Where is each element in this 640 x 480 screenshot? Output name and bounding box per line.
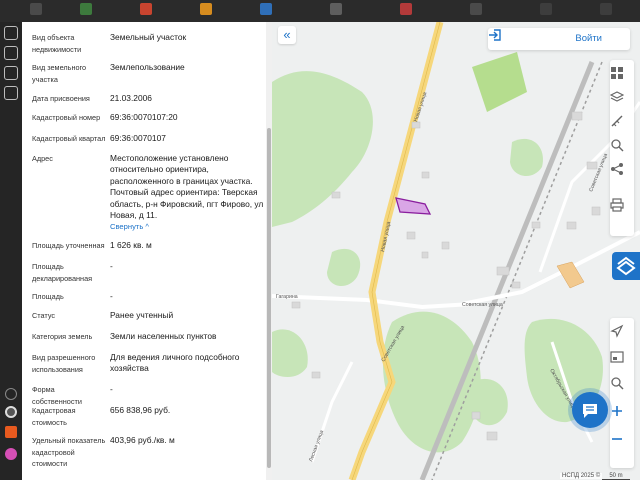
row-value[interactable]: 69:36:0070107 <box>110 133 268 144</box>
street-label: Гагарина <box>276 294 298 300</box>
downloads-icon[interactable] <box>4 66 18 80</box>
street-label: Лесная улица <box>308 429 325 462</box>
zoom-out-icon[interactable] <box>610 432 624 446</box>
property-info-panel: Вид объекта недвижимости Земельный участ… <box>22 22 272 480</box>
row-value: - <box>110 384 113 394</box>
street-label: Советская улица <box>588 153 609 193</box>
chat-icon <box>583 404 597 418</box>
history-icon[interactable] <box>4 46 18 60</box>
tab-icon[interactable] <box>330 3 342 15</box>
login-icon <box>489 29 501 41</box>
street-label: Советская улица <box>462 302 503 308</box>
search-object-icon[interactable] <box>610 376 624 390</box>
building-orange <box>556 261 585 289</box>
locate-icon[interactable] <box>610 324 624 338</box>
screenshot-icon[interactable] <box>4 86 18 100</box>
tab-icon[interactable] <box>30 3 42 15</box>
forest-area <box>510 138 543 177</box>
row-label: Категория земель <box>32 332 93 341</box>
row-value: - <box>110 291 113 301</box>
tab-icon[interactable] <box>200 3 212 15</box>
row-value: Ранее учтенный <box>110 310 174 320</box>
tab-icon[interactable] <box>260 3 272 15</box>
row-value: 1 626 кв. м <box>110 240 152 250</box>
tab-icon[interactable] <box>80 3 92 15</box>
tab-icon[interactable] <box>400 3 412 15</box>
browser-sidebar <box>0 22 22 480</box>
row-label: Дата присвоения <box>32 94 90 103</box>
row-label: Вид земельного участка <box>32 63 87 84</box>
row-value: 403,96 руб./кв. м <box>110 435 175 445</box>
browser-top-bar <box>0 0 640 22</box>
measure-icon[interactable] <box>610 114 624 128</box>
collapse-panel-button[interactable]: « <box>278 26 296 44</box>
messenger-icon[interactable] <box>5 448 17 460</box>
zoom-in-icon[interactable] <box>610 404 624 418</box>
panel-scrollbar-thumb[interactable] <box>267 128 271 468</box>
tab-icon[interactable] <box>140 3 152 15</box>
row-value: Земельный участок <box>110 32 187 42</box>
row-value: Для ведения личного подсобного хозяйства <box>110 352 240 374</box>
add-icon[interactable] <box>5 388 17 400</box>
login-button[interactable]: Войти <box>488 28 630 50</box>
mail-icon[interactable] <box>5 426 17 438</box>
map-toolbar-bottom <box>610 318 634 468</box>
forest-area <box>272 329 308 377</box>
tab-icon[interactable] <box>540 3 552 15</box>
row-label: Площадь <box>32 292 64 301</box>
row-value: Землепользование <box>110 62 185 72</box>
print-icon[interactable] <box>610 198 624 212</box>
row-label: Адрес <box>32 154 53 163</box>
row-value: 656 838,96 руб. <box>110 405 171 415</box>
tab-icon[interactable] <box>600 3 612 15</box>
forest-area <box>327 248 361 287</box>
row-value: 21.03.2006 <box>110 93 152 103</box>
row-label: Вид объекта недвижимости <box>32 33 82 54</box>
tab-icon[interactable] <box>470 3 482 15</box>
selected-parcel <box>395 197 432 215</box>
alice-icon[interactable] <box>5 406 17 418</box>
row-label: Кадастровая стоимость <box>32 406 76 427</box>
layers-icon[interactable] <box>610 90 624 104</box>
basemap-icon <box>616 256 636 276</box>
forest-area <box>272 71 373 227</box>
row-label: Удельный показатель кадастровой стоимост… <box>32 436 106 468</box>
row-label: Кадастровый квартал <box>32 134 106 143</box>
row-label: Вид разрешенного использования <box>32 353 96 374</box>
row-label: Кадастровый номер <box>32 113 101 122</box>
bookmarks-icon[interactable] <box>4 26 18 40</box>
collapse-link[interactable]: Свернуть ^ <box>110 221 268 232</box>
row-value: - <box>110 261 113 271</box>
field-area <box>472 52 527 112</box>
view-icon[interactable] <box>610 350 624 364</box>
chat-button[interactable] <box>572 392 608 428</box>
map-scale: 50 m <box>602 473 630 480</box>
map-toolbar-top <box>610 60 634 236</box>
row-value: Местоположение установлено относительно … <box>110 153 264 221</box>
cadastral-map[interactable]: Новая улица Новая улица Гагарина Советск… <box>272 22 640 480</box>
row-label: Форма собственности <box>32 385 82 406</box>
login-label: Войти <box>575 33 602 44</box>
row-label: Площадь декларированная <box>32 262 93 283</box>
row-value: Земли населенных пунктов <box>110 331 217 341</box>
share-icon[interactable] <box>610 162 624 176</box>
row-value[interactable]: 69:36:0070107:20 <box>110 112 268 123</box>
row-label: Статус <box>32 311 56 320</box>
search-area-icon[interactable] <box>610 138 624 152</box>
map-copyright: НСПД 2025 © <box>560 473 603 479</box>
grid-icon[interactable] <box>610 66 624 80</box>
row-label: Площадь уточненная <box>32 241 105 250</box>
basemap-toggle-button[interactable] <box>612 252 640 280</box>
